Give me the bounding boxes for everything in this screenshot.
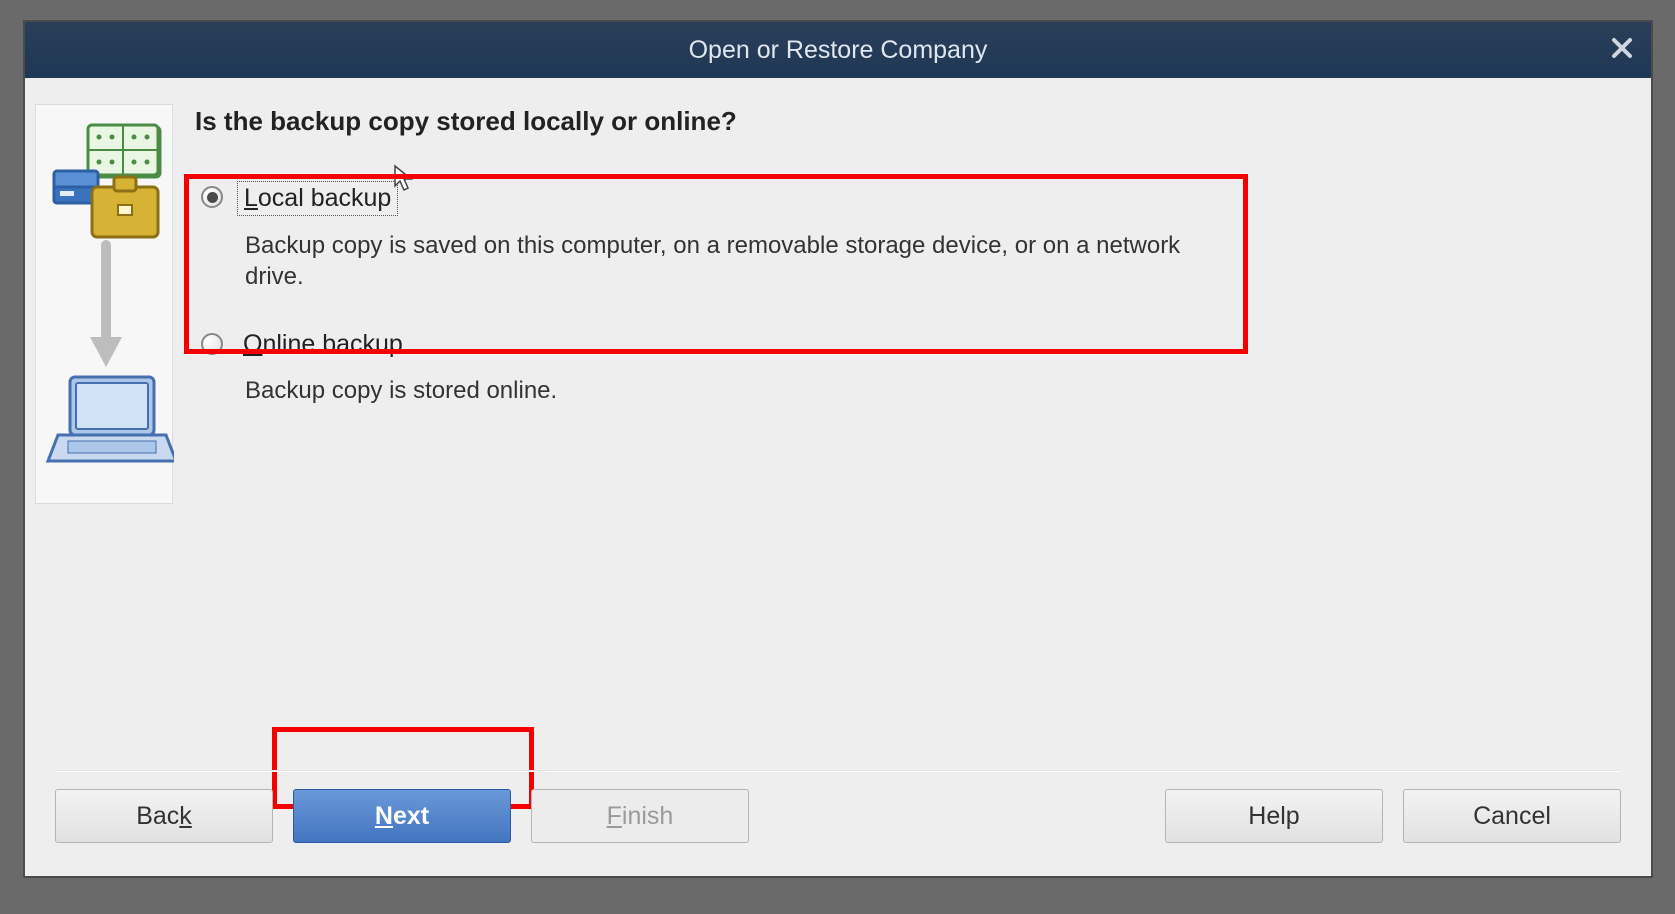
titlebar: Open or Restore Company <box>25 22 1651 78</box>
wizard-side-graphic <box>35 104 173 504</box>
option-online-backup[interactable]: Online backup Backup copy is stored onli… <box>201 328 1621 406</box>
option-local-desc: Backup copy is saved on this computer, o… <box>237 230 1197 292</box>
dialog-window: Open or Restore Company <box>25 22 1651 876</box>
radio-local-backup[interactable] <box>201 186 223 208</box>
next-button[interactable]: Next <box>293 789 511 843</box>
option-local-backup[interactable]: Local backup Backup copy is saved on thi… <box>201 181 1621 292</box>
option-online-text: Online backup Backup copy is stored onli… <box>237 328 557 406</box>
option-local-text: Local backup Backup copy is saved on thi… <box>237 181 1197 292</box>
close-icon <box>1611 37 1633 59</box>
dialog-title: Open or Restore Company <box>689 36 988 65</box>
help-button[interactable]: Help <box>1165 789 1383 843</box>
dialog-body: Is the backup copy stored locally or onl… <box>25 78 1651 876</box>
footer-buttons: Back Next Finish Help Cancel <box>55 786 1621 846</box>
finish-button: Finish <box>531 789 749 843</box>
cancel-button[interactable]: Cancel <box>1403 789 1621 843</box>
option-online-label: Online backup <box>237 328 409 361</box>
back-button[interactable]: Back <box>55 789 273 843</box>
option-online-desc: Backup copy is stored online. <box>237 375 557 406</box>
page-heading: Is the backup copy stored locally or onl… <box>195 106 1621 137</box>
footer-separator <box>55 770 1621 772</box>
radio-online-backup[interactable] <box>201 333 223 355</box>
screenshot-root: Open or Restore Company <box>0 0 1675 914</box>
wizard-content: Is the backup copy stored locally or onl… <box>195 106 1621 443</box>
option-local-label: Local backup <box>237 181 398 216</box>
close-button[interactable] <box>1611 35 1633 65</box>
